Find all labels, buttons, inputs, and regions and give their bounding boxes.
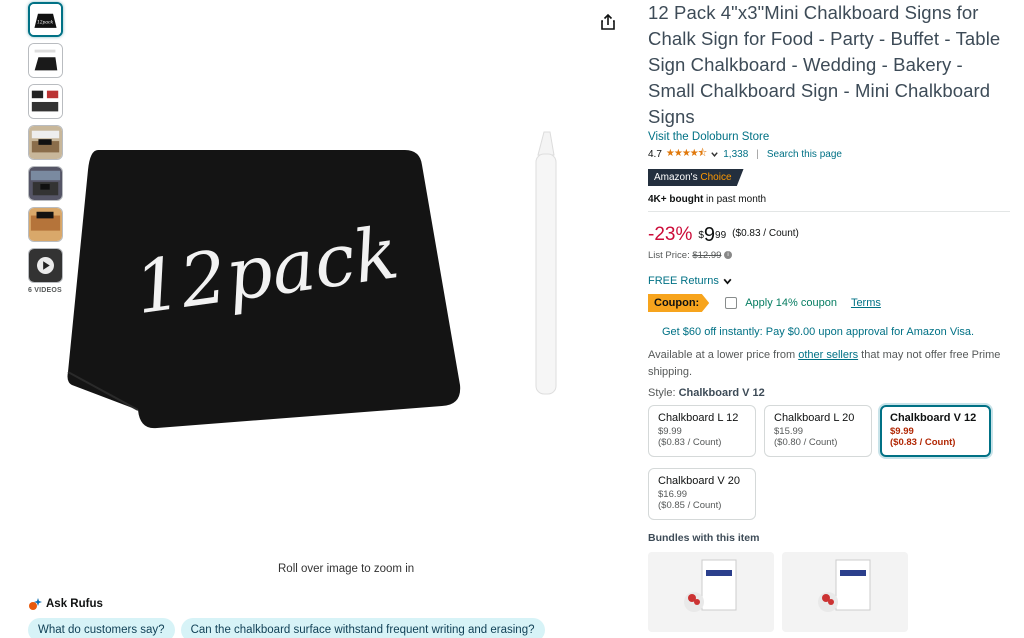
info-icon[interactable]: i (724, 251, 733, 260)
thumbnail-video[interactable] (28, 248, 63, 283)
style-label: Style: Chalkboard V 12 (648, 387, 1010, 399)
style-option-v20[interactable]: Chalkboard V 20 $16.99 ($0.85 / Count) (648, 468, 756, 520)
rating-value: 4.7 (648, 149, 662, 160)
separator: | (756, 149, 759, 160)
style-option-name: Chalkboard L 20 (774, 412, 855, 424)
style-option-price: $16.99 (658, 489, 688, 500)
price-whole: 9 (703, 224, 716, 246)
style-option-price: $9.99 (658, 426, 682, 437)
bought-count: 4K+ bought (648, 194, 704, 205)
star-rating-icon[interactable]: ★★★★⯪ (666, 146, 707, 163)
product-info: 12 Pack 4"x3"Mini Chalkboard Signs for C… (648, 0, 1010, 632)
discount-percent: -23% (648, 224, 693, 245)
style-option-v12[interactable]: Chalkboard V 12 $9.99 ($0.83 / Count) (880, 405, 991, 457)
ask-rufus-label: Ask Rufus (46, 598, 103, 610)
chalk-marker-1 (535, 131, 557, 395)
free-returns[interactable]: FREE Returns (648, 275, 1010, 287)
rufus-chip-2[interactable]: Can the chalkboard surface withstand fre… (180, 618, 545, 638)
style-label-text: Style: (648, 387, 676, 399)
style-option-l12[interactable]: Chalkboard L 12 $9.99 ($0.83 / Count) (648, 405, 756, 457)
list-price-label: List Price: (648, 250, 690, 261)
thumbnail-6[interactable] (28, 207, 63, 242)
price-value: $999 (698, 224, 726, 246)
style-option-name: Chalkboard L 12 (658, 412, 739, 424)
style-option-l20[interactable]: Chalkboard L 20 $15.99 ($0.80 / Count) (764, 405, 872, 457)
bought-info: 4K+ bought in past month (648, 194, 1010, 205)
coupon-checkbox[interactable] (725, 297, 738, 309)
chevron-down-icon (723, 278, 732, 285)
bundles-heading: Bundles with this item (648, 532, 760, 544)
visa-offer-link[interactable]: Get $60 off instantly: Pay $0.00 upon ap… (648, 326, 1010, 338)
style-option-unit: ($0.83 / Count) (658, 437, 722, 448)
product-title: 12 Pack 4"x3"Mini Chalkboard Signs for C… (648, 2, 1001, 127)
style-option-unit: ($0.83 / Count) (890, 437, 956, 448)
thumbnail-5[interactable] (28, 166, 63, 201)
badge-choice: Choice (700, 172, 732, 183)
list-price: List Price: $12.99 i (648, 250, 1010, 261)
lower-price-prefix: Available at a lower price from (648, 349, 799, 361)
svg-text:12pack: 12pack (37, 20, 54, 25)
main-product-image[interactable]: 12pack (60, 110, 608, 440)
coupon-terms-link[interactable]: Terms (851, 297, 881, 309)
list-price-value: $12.99 (692, 250, 722, 261)
badge-prefix: Amazon's (654, 172, 698, 183)
style-options: Chalkboard L 12 $9.99 ($0.83 / Count) Ch… (648, 405, 1010, 520)
search-page-link[interactable]: Search this page (767, 149, 842, 160)
style-option-price: $15.99 (774, 426, 804, 437)
zoom-hint: Roll over image to zoom in (278, 563, 415, 575)
lower-price-note: Available at a lower price from other se… (648, 347, 1010, 381)
style-option-name: Chalkboard V 12 (890, 412, 977, 424)
style-option-unit: ($0.80 / Count) (774, 437, 838, 448)
thumbnail-strip: 12pack 6 VIDEOS (28, 2, 64, 294)
bought-rest: in past month (703, 194, 767, 205)
style-option-unit: ($0.85 / Count) (658, 500, 722, 511)
price-fraction: 99 (715, 230, 727, 241)
rufus-spark-icon (29, 598, 42, 610)
rufus-chips: What do customers say? Can the chalkboar… (28, 618, 545, 638)
coupon-tag: Coupon: (648, 294, 710, 312)
thumbnail-3[interactable] (28, 84, 63, 119)
videos-label: 6 VIDEOS (28, 287, 62, 294)
share-icon[interactable] (598, 12, 618, 32)
chevron-down-icon[interactable] (710, 150, 719, 159)
divider (648, 211, 1010, 212)
rating-row: 4.7 ★★★★⯪ 1,338 | Search this page (648, 146, 1010, 163)
thumbnail-1[interactable]: 12pack (28, 2, 63, 37)
coupon-row: Coupon: Apply 14% coupon Terms (648, 294, 1010, 312)
coupon-text[interactable]: Apply 14% coupon (745, 297, 837, 309)
price-row: -23% $999 ($0.83 / Count) (648, 224, 1010, 246)
style-option-price: $9.99 (890, 426, 914, 437)
unit-price: ($0.83 / Count) (732, 228, 799, 239)
bundle-row (648, 552, 1010, 632)
thumbnail-4[interactable] (28, 125, 63, 160)
store-link[interactable]: Visit the Doloburn Store (648, 131, 1010, 143)
style-option-name: Chalkboard V 20 (658, 475, 740, 487)
price-currency: $ (698, 230, 704, 241)
other-sellers-link[interactable]: other sellers (798, 349, 858, 361)
free-returns-label: FREE Returns (648, 275, 719, 287)
bundle-card-2[interactable] (782, 552, 908, 632)
rufus-chip-1[interactable]: What do customers say? (28, 618, 175, 638)
style-selected: Chalkboard V 12 (678, 387, 765, 399)
bundle-card-1[interactable] (648, 552, 774, 632)
thumbnail-2[interactable] (28, 43, 63, 78)
ask-rufus[interactable]: Ask Rufus (28, 597, 103, 611)
review-count-link[interactable]: 1,338 (723, 149, 748, 160)
amazons-choice-badge: Amazon's Choice (648, 169, 744, 186)
